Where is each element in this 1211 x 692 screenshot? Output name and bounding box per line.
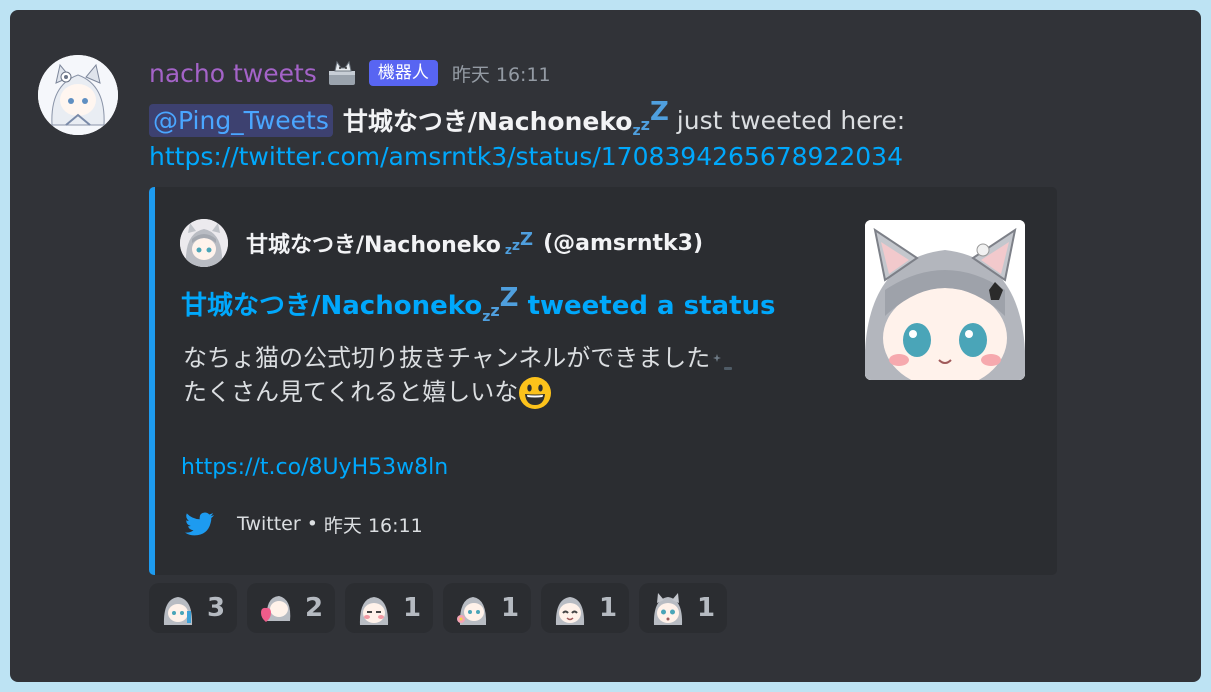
bot-badge: 機器人 [368, 60, 438, 86]
username[interactable]: nacho tweets [149, 59, 317, 88]
description-line-2: たくさん見てくれると嬉しいな [183, 378, 519, 406]
cat-girl-happy-icon [553, 591, 587, 625]
reaction[interactable]: 3 [149, 583, 237, 633]
embed-title-name: 甘城なつき/Nachoneko [181, 291, 483, 321]
cat-girl-flower-icon [455, 591, 489, 625]
tweet-link[interactable]: https://twitter.com/amsrntk3/status/1708… [149, 142, 903, 178]
reaction[interactable]: 1 [541, 583, 629, 633]
zzz-sleep-icon: zzZ [632, 97, 669, 139]
reaction-bar: 3 2 1 1 1 1 [149, 583, 727, 633]
footer-separator: • [306, 513, 318, 535]
cat-girl-heart-icon [259, 591, 293, 625]
embed-author: 甘城なつき/Nachoneko zzZ (@amsrntk3) [180, 219, 703, 267]
embed-title[interactable]: 甘城なつき/NachonekozzZ tweeted a status [181, 283, 776, 325]
sparkle-icon [710, 348, 736, 370]
embed-author-handle[interactable]: (@amsrntk3) [543, 231, 703, 256]
footer-source: Twitter [237, 513, 301, 535]
reaction-count: 3 [207, 593, 226, 623]
twitter-bird-icon [185, 512, 215, 536]
cat-girl-portrait-icon [180, 219, 228, 267]
message-content: @Ping_Tweets 甘城なつき/Nachoneko zzZ just tw… [149, 97, 906, 140]
reaction-count: 2 [305, 593, 324, 623]
cat-girl-sticker-icon [161, 591, 195, 625]
cat-girl-blush-icon [357, 591, 391, 625]
tweet-embed: 甘城なつき/Nachoneko zzZ (@amsrntk3) 甘城なつき/Na… [149, 187, 1057, 575]
reaction-count: 1 [501, 593, 520, 623]
role-mention[interactable]: @Ping_Tweets [149, 103, 333, 137]
smiley-icon [518, 376, 552, 410]
bot-avatar[interactable] [38, 55, 118, 135]
reaction[interactable]: 1 [443, 583, 531, 633]
cat-box-icon [325, 59, 359, 87]
reaction[interactable]: 1 [345, 583, 433, 633]
message-timestamp[interactable]: 昨天 16:11 [452, 60, 551, 87]
message-container: nacho tweets 機器人 昨天 16:11 @Ping_Tweets 甘… [10, 10, 1201, 682]
cat-girl-surprised-icon [651, 591, 685, 625]
embed-author-name[interactable]: 甘城なつき/Nachoneko [246, 227, 501, 259]
embed-footer: Twitter • 昨天 16:11 [185, 509, 423, 539]
reaction[interactable]: 1 [639, 583, 727, 633]
message-trailing-text: just tweeted here: [676, 105, 906, 135]
embed-description: なちょ猫の公式切り抜きチャンネルができました たくさん見てくれると嬉しいな [183, 341, 833, 410]
reaction[interactable]: 2 [247, 583, 335, 633]
embed-author-avatar[interactable] [180, 219, 228, 267]
reaction-count: 1 [403, 593, 422, 623]
embed-short-link[interactable]: https://t.co/8UyH53w8ln [181, 455, 448, 480]
footer-time: 昨天 16:11 [323, 514, 423, 537]
zzz-sleep-icon: zzZ [504, 228, 534, 257]
reaction-count: 1 [599, 593, 618, 623]
zzz-sleep-icon: zzZ [482, 283, 519, 325]
description-line-1: なちょ猫の公式切り抜きチャンネルができました [183, 344, 711, 372]
cat-girl-thumbnail-icon [865, 220, 1025, 380]
author-display-name: 甘城なつき/Nachoneko [342, 107, 633, 136]
cat-girl-avatar-icon [38, 55, 118, 135]
reaction-count: 1 [697, 593, 716, 623]
embed-title-suffix: tweeted a status [527, 291, 776, 321]
embed-thumbnail[interactable] [865, 220, 1025, 380]
message-header: nacho tweets 機器人 昨天 16:11 [149, 56, 551, 90]
